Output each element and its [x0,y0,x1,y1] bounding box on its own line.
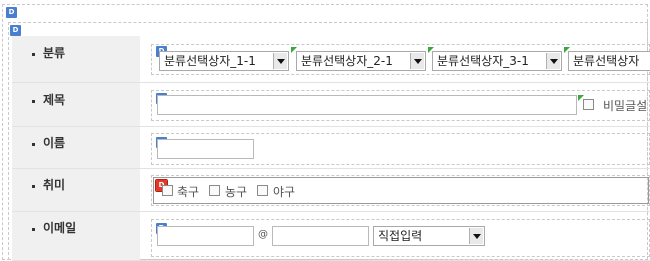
email-domain-input[interactable] [272,226,369,246]
title-input[interactable] [157,95,577,115]
hobby-label-soccer: 축구 [177,185,200,199]
label-cell: 분류 [12,36,140,82]
label-cell: 이메일 [12,212,140,260]
label-cell: 이름 [12,127,140,168]
row-label: 이름 [43,136,66,150]
hobby-label-basketball: 농구 [225,185,248,199]
bullet-icon [32,185,35,188]
select-value: 분류선택상자 [573,54,640,68]
name-input[interactable] [157,139,254,159]
label-cell: 취미 [12,169,140,211]
email-domain-select[interactable]: 직접입력 [373,226,485,246]
row-label: 분류 [43,46,66,60]
dropdown-arrow-icon [546,53,560,69]
design-marker-inner: D [10,25,21,36]
hobby-checkbox-soccer[interactable] [162,185,173,196]
email-id-input[interactable] [157,226,254,246]
hobby-checkbox-baseball[interactable] [257,185,268,196]
select-value: 분류선택상자_1-1 [164,54,256,68]
category-select-3[interactable]: 분류선택상자_3-1 [432,51,562,71]
select-value: 분류선택상자_2-1 [301,54,393,68]
hobby-checkbox-basketball[interactable] [209,185,220,196]
secret-label: 비밀글설 [603,99,648,113]
bullet-icon [32,143,35,146]
select-value: 직접입력 [378,229,423,243]
label-cell: 제목 [12,83,140,126]
row-label: 제목 [43,93,66,107]
email-at-sign: @ [258,229,268,240]
category-select-4[interactable]: 분류선택상자 [568,51,650,71]
dropdown-arrow-icon [469,228,483,244]
category-select-1[interactable]: 분류선택상자_1-1 [159,51,289,71]
bullet-icon [32,228,35,231]
design-marker-outer: D [6,7,17,18]
hobby-label-baseball: 야구 [273,185,296,199]
secret-checkbox[interactable] [583,99,594,110]
row-label: 이메일 [43,221,77,235]
dropdown-arrow-icon [410,53,424,69]
category-select-2[interactable]: 분류선택상자_2-1 [296,51,426,71]
bullet-icon [32,100,35,103]
select-value: 분류선택상자_3-1 [437,54,529,68]
bullet-icon [32,53,35,56]
dropdown-arrow-icon [273,53,287,69]
row-label: 취미 [43,178,66,192]
